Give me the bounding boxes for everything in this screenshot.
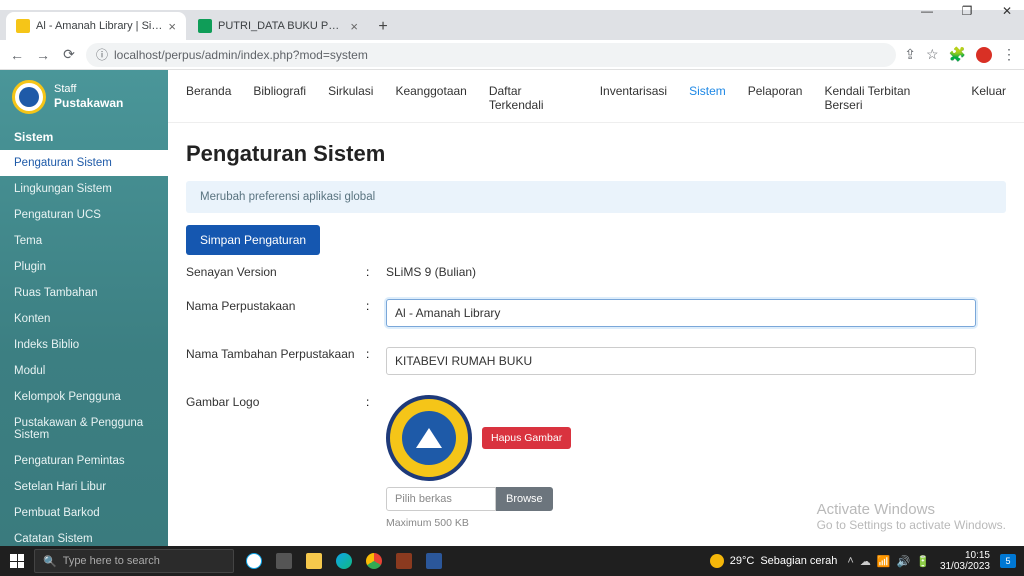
tray-wifi-icon[interactable]: 📶 (877, 555, 891, 568)
taskbar-clock[interactable]: 10:15 31/03/2023 (940, 550, 990, 572)
taskbar-app-icon[interactable] (390, 546, 418, 576)
favicon-icon (198, 19, 212, 33)
taskbar-explorer-icon[interactable] (300, 546, 328, 576)
windows-logo-icon (10, 554, 24, 568)
value-version: SLiMS 9 (Bulian) (386, 265, 1006, 279)
nav-daftar-terkendali[interactable]: Daftar Terkendali (489, 84, 578, 112)
tray-battery-icon[interactable]: 🔋 (916, 555, 930, 568)
taskbar-taskview-icon[interactable] (270, 546, 298, 576)
extensions-icon[interactable]: 🧩 (949, 46, 966, 63)
bookmark-icon[interactable]: ☆ (926, 46, 939, 63)
window-maximize[interactable]: ❐ (956, 4, 978, 18)
new-tab-button[interactable]: + (370, 14, 396, 40)
browser-tab-strip: Al - Amanah Library | Sistem Ma × PUTRI_… (0, 10, 1024, 40)
taskbar-weather[interactable]: 29°C Sebagian cerah (710, 554, 838, 568)
label-logo: Gambar Logo (186, 395, 366, 409)
profile-avatar[interactable] (976, 47, 992, 63)
tab-close-icon[interactable]: × (168, 19, 176, 34)
tray-volume-icon[interactable]: 🔊 (897, 555, 911, 568)
share-icon[interactable]: ⇪ (904, 46, 916, 63)
url-text: localhost/perpus/admin/index.php?mod=sys… (114, 48, 368, 62)
tray-cloud-icon[interactable]: ☁ (860, 555, 871, 568)
taskbar-bing-icon[interactable] (240, 546, 268, 576)
logo-preview (386, 395, 472, 481)
system-tray[interactable]: ˄ ☁ 📶 🔊 🔋 (847, 555, 930, 568)
sidebar-item-pengaturan-ucs[interactable]: Pengaturan UCS (0, 202, 168, 228)
delete-image-button[interactable]: Hapus Gambar (482, 427, 571, 449)
browser-tab[interactable]: PUTRI_DATA BUKU PERPUSTAKA × (188, 12, 368, 40)
tab-close-icon[interactable]: × (350, 19, 358, 34)
save-button[interactable]: Simpan Pengaturan (186, 225, 320, 255)
file-input[interactable]: Pilih berkas (386, 487, 496, 511)
nav-sirkulasi[interactable]: Sirkulasi (328, 84, 373, 112)
sidebar-item-indeks-biblio[interactable]: Indeks Biblio (0, 332, 168, 358)
back-icon[interactable]: ← (8, 47, 26, 63)
taskbar: 🔍 Type here to search 29°C Sebagian cera… (0, 546, 1024, 576)
taskbar-edge-icon[interactable] (330, 546, 358, 576)
notification-badge[interactable]: 5 (1000, 554, 1016, 568)
sidebar-item-pengaturan-pemintas[interactable]: Pengaturan Pemintas (0, 448, 168, 474)
nav-pelaporan[interactable]: Pelaporan (748, 84, 803, 112)
sidebar-item-lingkungan-sistem[interactable]: Lingkungan Sistem (0, 176, 168, 202)
nav-keluar[interactable]: Keluar (971, 84, 1006, 112)
sidebar-item-kelompok-pengguna[interactable]: Kelompok Pengguna (0, 384, 168, 410)
nav-kendali-terbitan[interactable]: Kendali Terbitan Berseri (824, 84, 949, 112)
brand-logo-icon (12, 80, 46, 114)
weather-icon (710, 554, 724, 568)
sidebar-item-plugin[interactable]: Plugin (0, 254, 168, 280)
main-content: Beranda Bibliografi Sirkulasi Keanggotaa… (168, 70, 1024, 546)
activate-windows-watermark: Activate Windows Go to Settings to activ… (817, 501, 1006, 532)
address-bar: ← → ⟳ ⓘ localhost/perpus/admin/index.php… (0, 40, 1024, 70)
window-minimize[interactable]: — (916, 4, 938, 18)
url-input[interactable]: ⓘ localhost/perpus/admin/index.php?mod=s… (86, 43, 896, 67)
sidebar-item-pengaturan-sistem[interactable]: Pengaturan Sistem (0, 150, 168, 176)
brand: Staff Pustakawan (0, 80, 168, 124)
label-library-name: Nama Perpustakaan (186, 299, 366, 313)
taskbar-chrome-icon[interactable] (360, 546, 388, 576)
library-name-input[interactable] (386, 299, 976, 327)
forward-icon[interactable]: → (34, 47, 52, 63)
sidebar-item-catatan-sistem[interactable]: Catatan Sistem (0, 526, 168, 546)
page-title: Pengaturan Sistem (186, 141, 1006, 167)
sidebar-item-modul[interactable]: Modul (0, 358, 168, 384)
favicon-icon (16, 19, 30, 33)
sidebar-item-pembuat-barkod[interactable]: Pembuat Barkod (0, 500, 168, 526)
sidebar-item-konten[interactable]: Konten (0, 306, 168, 332)
nav-inventarisasi[interactable]: Inventarisasi (600, 84, 667, 112)
nav-sistem[interactable]: Sistem (689, 84, 726, 112)
sidebar-item-tema[interactable]: Tema (0, 228, 168, 254)
menu-icon[interactable]: ⋮ (1002, 46, 1016, 63)
sidebar: Staff Pustakawan Sistem Pengaturan Siste… (0, 70, 168, 546)
site-info-icon[interactable]: ⓘ (96, 46, 108, 63)
sidebar-item-setelan-hari-libur[interactable]: Setelan Hari Libur (0, 474, 168, 500)
label-version: Senayan Version (186, 265, 366, 279)
tray-chevron-icon[interactable]: ˄ (847, 555, 853, 567)
library-subname-input[interactable] (386, 347, 976, 375)
brand-text: Staff Pustakawan (54, 83, 123, 111)
taskbar-word-icon[interactable] (420, 546, 448, 576)
sidebar-item-pustakawan-pengguna[interactable]: Pustakawan & Pengguna Sistem (0, 410, 168, 448)
nav-keanggotaan[interactable]: Keanggotaan (395, 84, 466, 112)
browse-button[interactable]: Browse (496, 487, 553, 511)
window-close[interactable]: ✕ (996, 4, 1018, 18)
nav-bibliografi[interactable]: Bibliografi (253, 84, 306, 112)
nav-beranda[interactable]: Beranda (186, 84, 231, 112)
taskbar-search[interactable]: 🔍 Type here to search (34, 549, 234, 573)
page-description: Merubah preferensi aplikasi global (186, 181, 1006, 213)
search-icon: 🔍 (43, 555, 57, 568)
tab-title: PUTRI_DATA BUKU PERPUSTAKA (218, 20, 344, 32)
tab-title: Al - Amanah Library | Sistem Ma (36, 20, 162, 32)
sidebar-item-ruas-tambahan[interactable]: Ruas Tambahan (0, 280, 168, 306)
top-nav: Beranda Bibliografi Sirkulasi Keanggotaa… (168, 70, 1024, 123)
start-button[interactable] (0, 546, 34, 576)
reload-icon[interactable]: ⟳ (60, 46, 78, 63)
label-library-subname: Nama Tambahan Perpustakaan (186, 347, 366, 361)
browser-tab-active[interactable]: Al - Amanah Library | Sistem Ma × (6, 12, 186, 40)
sidebar-section: Sistem (0, 124, 168, 150)
